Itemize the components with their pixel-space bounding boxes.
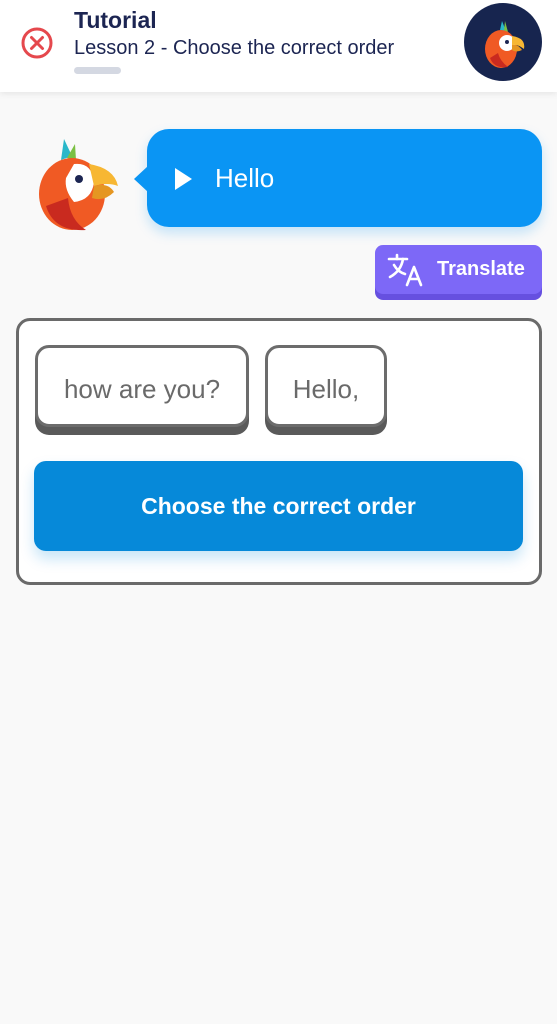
choose-correct-order-button[interactable]: Choose the correct order xyxy=(34,461,523,551)
choose-correct-order-label: Choose the correct order xyxy=(141,493,416,519)
translate-icon xyxy=(387,253,425,287)
speech-bubble[interactable]: Hello xyxy=(134,129,542,227)
close-icon[interactable] xyxy=(20,26,54,60)
translate-button-label: Translate xyxy=(437,258,525,280)
word-chip-hello[interactable]: Hello, xyxy=(265,345,387,427)
exercise-card: how are you? Hello, Choose the correct o… xyxy=(16,318,542,585)
lesson-progress-bar xyxy=(74,67,121,74)
parrot-avatar-icon[interactable] xyxy=(464,3,542,81)
translate-button[interactable]: Translate xyxy=(375,245,542,294)
parrot-mascot-icon xyxy=(34,134,124,234)
lesson-subtitle: Lesson 2 - Choose the correct order xyxy=(74,37,395,59)
top-bar: Tutorial Lesson 2 - Choose the correct o… xyxy=(0,0,557,92)
page-title: Tutorial xyxy=(74,7,157,33)
speech-bubble-tail xyxy=(134,166,148,192)
word-chip-label: how are you? xyxy=(63,374,221,404)
play-icon[interactable] xyxy=(175,168,192,190)
word-chip-label: Hello, xyxy=(292,374,360,404)
word-chip-how-are-you[interactable]: how are you? xyxy=(35,345,249,427)
speech-bubble-text: Hello xyxy=(215,163,275,193)
